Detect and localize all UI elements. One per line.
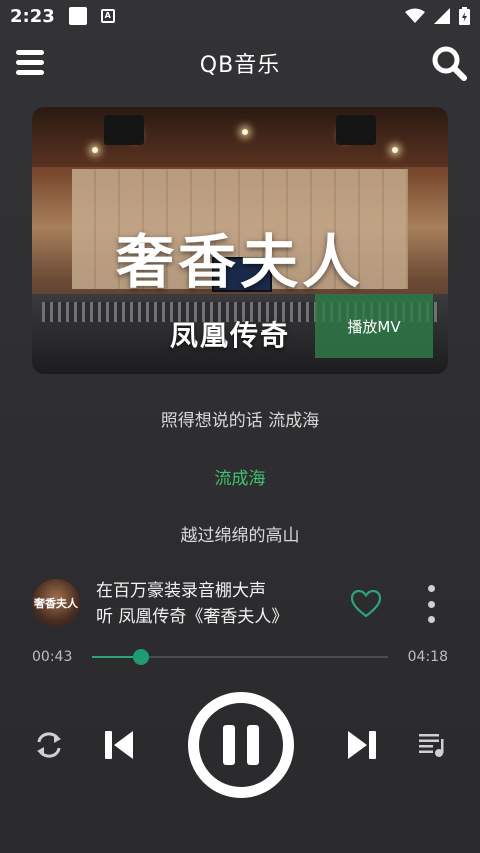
wifi-icon xyxy=(405,8,425,23)
ceiling-light xyxy=(92,147,98,153)
current-time: 00:43 xyxy=(32,649,73,665)
speaker xyxy=(104,115,144,145)
ceiling-light xyxy=(242,129,248,135)
play-mv-button[interactable]: 播放MV xyxy=(315,294,433,358)
album-art: 奢香夫人 凤凰传奇 播放MV xyxy=(32,107,448,374)
hamburger-menu-icon[interactable] xyxy=(16,50,44,76)
music-player-screen: 2:23 A QB音乐 奢香夫人 凤凰传奇 播放MV 照得想说的话 流成海 流成… xyxy=(0,0,480,853)
studio-ceiling xyxy=(32,107,448,167)
lyric-current: 流成海 xyxy=(214,469,266,489)
total-time: 04:18 xyxy=(407,649,448,665)
accessibility-a-icon: A xyxy=(100,9,115,23)
album-art-subtitle: 凤凰传奇 xyxy=(170,319,291,352)
track-thumbnail[interactable]: 奢香夫人 xyxy=(32,579,80,627)
track-thumbnail-text: 奢香夫人 xyxy=(34,597,78,610)
app-bar: QB音乐 xyxy=(0,32,480,94)
status-right-icons xyxy=(405,7,470,25)
pause-icon-bar xyxy=(223,725,235,765)
track-info[interactable]: 在百万豪装录音棚大声 听 凤凰传奇《奢香夫人》 xyxy=(96,578,336,630)
lyric-next: 越过绵绵的高山 xyxy=(180,526,300,546)
playlist-icon[interactable] xyxy=(418,731,446,759)
battery-icon xyxy=(459,7,470,25)
pause-button[interactable] xyxy=(188,692,294,798)
repeat-icon[interactable] xyxy=(33,730,65,760)
skip-previous-icon[interactable] xyxy=(104,729,134,761)
pause-icon-bar xyxy=(247,725,259,765)
more-vertical-icon[interactable] xyxy=(424,585,438,623)
seek-bar-thumb[interactable] xyxy=(133,649,150,665)
track-title-line2: 听 凤凰传奇《奢香夫人》 xyxy=(96,607,289,627)
speaker xyxy=(336,115,376,145)
status-time: 2:23 xyxy=(10,5,55,27)
album-art-title: 奢香夫人 xyxy=(115,228,364,296)
seek-bar[interactable] xyxy=(92,649,388,665)
heart-outline-icon[interactable] xyxy=(350,589,382,619)
skip-next-icon[interactable] xyxy=(347,729,377,761)
status-bar: 2:23 A xyxy=(0,0,480,32)
lyric-previous: 照得想说的话 流成海 xyxy=(160,411,320,431)
search-icon[interactable] xyxy=(430,44,468,82)
signal-icon xyxy=(434,8,450,24)
notification-square-icon xyxy=(68,7,87,25)
ceiling-light xyxy=(392,147,398,153)
track-title-line1: 在百万豪装录音棚大声 xyxy=(96,581,266,601)
app-title: QB音乐 xyxy=(199,53,281,78)
